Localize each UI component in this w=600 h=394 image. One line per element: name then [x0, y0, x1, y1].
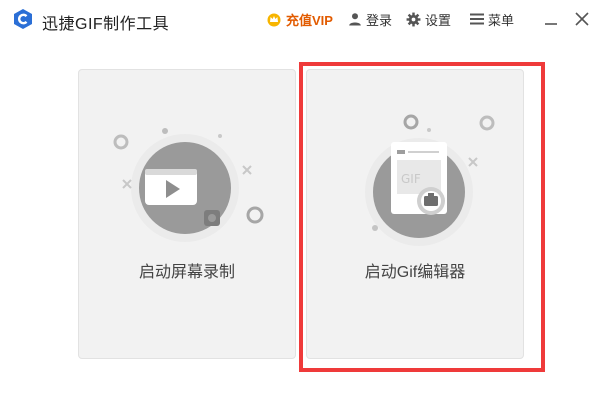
screen-record-icon — [113, 128, 264, 242]
gif-editor-card[interactable]: GIF 启动Gif编辑器 — [306, 69, 524, 359]
vip-label: 充值VIP — [286, 12, 333, 28]
app-title: 迅捷GIF制作工具 — [42, 16, 170, 33]
gif-editor-label: 启动Gif编辑器 — [364, 264, 466, 281]
user-icon — [349, 13, 361, 26]
hamburger-icon — [470, 13, 484, 25]
gif-editor-icon: GIF — [365, 114, 495, 246]
screen-record-card[interactable]: 启动屏幕录制 — [78, 69, 296, 359]
screen-record-label: 启动屏幕录制 — [138, 264, 235, 281]
gear-icon — [406, 12, 421, 26]
settings-label: 设置 — [425, 12, 452, 28]
login-label: 登录 — [366, 12, 393, 28]
title-bar: 迅捷GIF制作工具 充值VIP 登录 设置 菜单 — [0, 0, 600, 38]
vip-crown-icon — [267, 13, 281, 27]
login-button[interactable]: 登录 — [348, 9, 392, 29]
app-logo-icon — [14, 9, 32, 29]
settings-button[interactable]: 设置 — [406, 9, 451, 29]
menu-button[interactable]: 菜单 — [470, 9, 514, 29]
close-icon[interactable] — [572, 9, 592, 29]
menu-label: 菜单 — [488, 12, 515, 28]
minimize-icon[interactable] — [541, 9, 561, 29]
svg-text:GIF: GIF — [401, 172, 421, 186]
recharge-vip-button[interactable]: 充值VIP — [266, 9, 333, 29]
